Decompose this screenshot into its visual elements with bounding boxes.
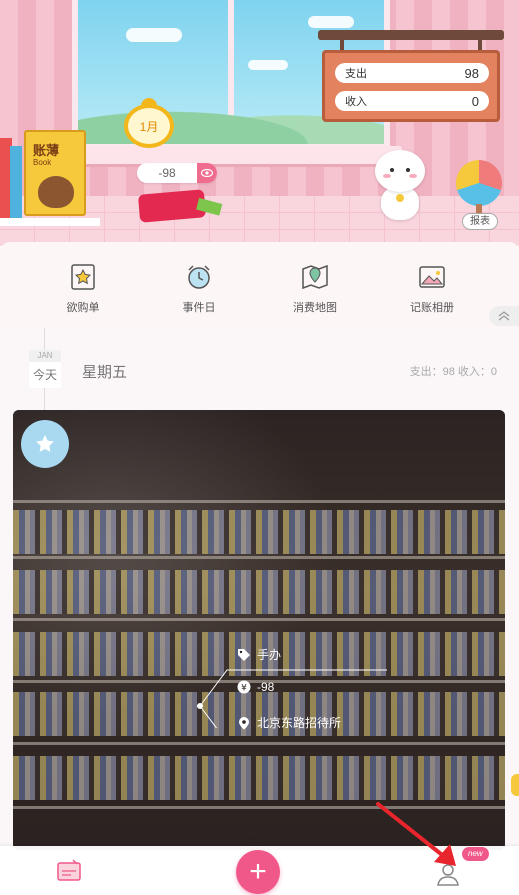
sign-income-label: 收入 [345, 96, 367, 108]
summary-sign[interactable]: 支出 98 收入 0 [322, 50, 500, 122]
shortcut-label: 记账相册 [410, 302, 454, 314]
weekday-label: 星期五 [82, 364, 128, 381]
window-sill [62, 146, 402, 164]
ledger-nav-icon[interactable] [55, 856, 83, 884]
wishlist-star-icon [68, 262, 98, 292]
wallet-icon[interactable] [137, 189, 207, 223]
shortcut-spending-map[interactable]: 消费地图 [275, 262, 355, 315]
side-peek-tab[interactable] [511, 774, 519, 796]
shortcut-wishlist[interactable]: 欲购单 [43, 262, 123, 315]
add-entry-button[interactable]: + [236, 850, 280, 894]
sign-income-value: 0 [471, 93, 479, 109]
shortcut-label: 消费地图 [293, 302, 337, 314]
shortcut-photo-album[interactable]: 记账相册 [392, 262, 472, 315]
sign-income-row: 收入 0 [335, 91, 489, 111]
ledger-book-icon[interactable]: 账薄 Book [24, 130, 86, 216]
photo-album-icon [417, 262, 447, 292]
price-tag-icon [238, 648, 250, 661]
book-subtitle: Book [33, 158, 52, 167]
shortcut-bar: 欲购单 事件日 消费地图 记账相册 [0, 242, 519, 328]
report-button[interactable]: 报表 [462, 213, 498, 230]
book-title: 账薄 [33, 143, 60, 158]
location-pin-icon [239, 716, 249, 729]
date-day: 今天 [32, 368, 57, 382]
date-month: JAN [29, 350, 61, 362]
location-text: 北京东路招待所 [257, 716, 342, 730]
sign-expense-label: 支出 [345, 68, 367, 80]
new-badge: new [462, 847, 489, 861]
category-text: 手办 [257, 648, 282, 662]
chevron-up-icon [498, 311, 510, 321]
sign-expense-value: 98 [464, 65, 479, 81]
amount-text: -98 [257, 680, 275, 694]
plus-icon: + [249, 855, 267, 888]
shortcut-label: 事件日 [182, 302, 216, 314]
favorite-star-icon[interactable] [21, 420, 69, 468]
yuan-icon: ¥ [237, 680, 251, 694]
header-illustration: 账薄 Book 1月 -98 支出 98 收入 0 报表 [0, 0, 519, 246]
date-marker: JAN 今天 [29, 350, 61, 388]
sign-expense-row: 支出 98 [335, 63, 489, 83]
category-tag: 手办 [237, 646, 281, 663]
ledger-book-shelf[interactable]: 账薄 Book [0, 130, 100, 226]
balance-amount: -98 [158, 166, 176, 180]
lucky-cat-icon[interactable] [373, 150, 427, 222]
shortcut-label: 欲购单 [66, 302, 100, 314]
shortcut-events[interactable]: 事件日 [159, 262, 239, 315]
amount-tag: ¥ -98 [237, 680, 274, 694]
day-summary: 支出：98 收入：0 [409, 366, 497, 378]
eye-toggle-icon[interactable] [197, 163, 217, 183]
collapse-button[interactable] [489, 306, 519, 326]
map-pin-icon [300, 262, 330, 292]
svg-text:¥: ¥ [241, 684, 247, 694]
balance-pill: -98 [137, 163, 217, 183]
sign-hanger [318, 30, 504, 40]
location-tag: 北京东路招待所 [237, 714, 341, 731]
month-label: 1月 [139, 119, 159, 134]
red-arrow-icon [376, 802, 456, 866]
bear-icon [38, 176, 74, 208]
alarm-clock-icon [184, 262, 214, 292]
month-badge[interactable]: 1月 [124, 98, 174, 148]
entry-photo-card[interactable]: 手办 ¥ -98 北京东路招待所 [13, 410, 505, 850]
